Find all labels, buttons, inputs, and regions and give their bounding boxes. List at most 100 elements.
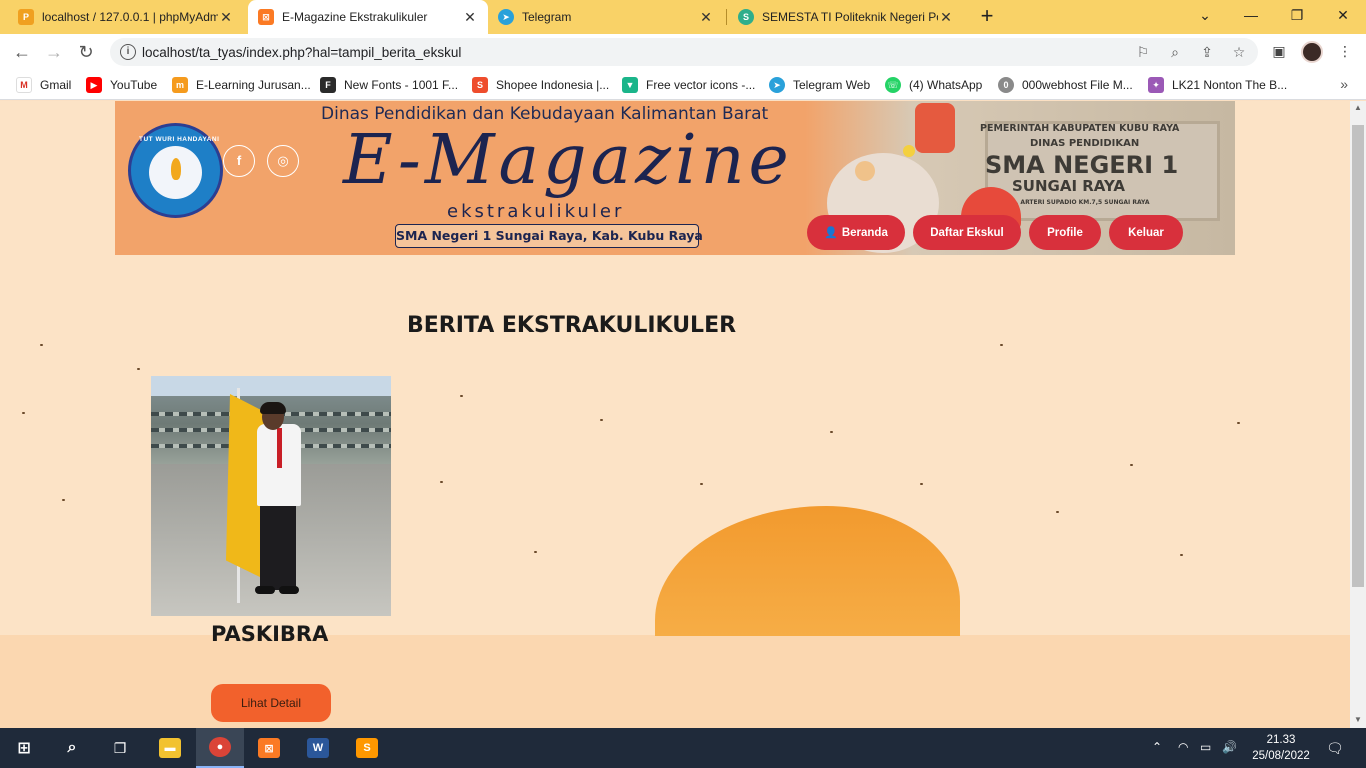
instagram-icon[interactable]: ◎ [267, 145, 299, 177]
lk21-icon: ✦ [1148, 77, 1164, 93]
banner-title: E-Magazine [343, 121, 793, 200]
task-view-icon[interactable]: ❐ [96, 728, 144, 768]
close-icon[interactable]: ✕ [218, 9, 234, 26]
background-speck [830, 431, 833, 433]
bookmark-fonts[interactable]: F New Fonts - 1001 F... [320, 76, 458, 94]
background-speck [22, 412, 25, 414]
word-icon[interactable]: W [294, 728, 342, 768]
nav-beranda[interactable]: 👤 Beranda [807, 215, 905, 250]
tab-separator [726, 9, 727, 25]
search-icon[interactable]: ⌕ [48, 728, 96, 768]
profile-avatar[interactable] [1301, 41, 1323, 63]
youtube-icon: ▶ [86, 77, 102, 93]
background-speck [920, 483, 923, 485]
xampp-icon[interactable]: ⊠ [245, 728, 293, 768]
back-button[interactable]: ← [10, 40, 34, 64]
tab-strip: P localhost / 127.0.0.1 | phpMyAdmin ✕ ⊠… [0, 0, 1366, 34]
bookmark-star-icon[interactable]: ☆ [1230, 43, 1248, 61]
bookmark-label: New Fonts - 1001 F... [344, 78, 459, 92]
bookmark-gmail[interactable]: M Gmail [16, 76, 71, 94]
minimize-button[interactable]: — [1228, 0, 1274, 30]
file-explorer-icon[interactable]: ▬ [146, 728, 194, 768]
tab-e-magazine[interactable]: ⊠ E-Magazine Ekstrakulikuler ✕ [248, 0, 488, 34]
side-panel-icon[interactable]: ▣ [1270, 43, 1288, 61]
menu-icon[interactable]: ⋮ [1336, 43, 1354, 61]
background-speck [600, 419, 603, 421]
scroll-down-icon[interactable]: ▼ [1350, 713, 1366, 727]
bookmark-label: Shopee Indonesia |... [496, 78, 610, 92]
bookmark-lk21[interactable]: ✦ LK21 Nonton The B... [1148, 76, 1287, 94]
nav-label: Profile [1047, 226, 1083, 239]
reload-button[interactable]: ↻ [74, 40, 98, 64]
nav-keluar[interactable]: Keluar [1109, 215, 1183, 250]
tab-search-icon[interactable]: ⌄ [1182, 0, 1228, 30]
wifi-icon[interactable]: ◠ [1178, 740, 1188, 754]
tab-title: SEMESTA TI Politeknik Negeri Pontianak [762, 10, 938, 24]
news-card-title: PASKIBRA [211, 622, 329, 646]
tab-title: Telegram [522, 10, 572, 24]
telegram-icon: ➤ [498, 9, 514, 25]
webhost-icon: 0 [998, 77, 1014, 93]
chevron-up-icon[interactable]: ⌃ [1152, 740, 1162, 754]
chrome-icon[interactable]: ● [196, 728, 244, 768]
bookmark-vector[interactable]: ▼ Free vector icons -... [622, 76, 755, 94]
battery-icon[interactable]: ▭ [1200, 740, 1211, 754]
tab-semesta[interactable]: S SEMESTA TI Politeknik Negeri Pontianak… [728, 0, 964, 34]
background-speck [700, 483, 703, 485]
nav-daftar-ekskul[interactable]: Daftar Ekskul [913, 215, 1021, 250]
bookmark-label: YouTube [110, 78, 158, 92]
bookmark-elearning[interactable]: m E-Learning Jurusan... [172, 76, 311, 94]
bookmark-whatsapp[interactable]: ☏ (4) WhatsApp [885, 76, 982, 94]
bookmark-000webhost[interactable]: 0 000webhost File M... [998, 76, 1133, 94]
more-bookmarks-icon[interactable]: » [1340, 76, 1348, 92]
nav-label: Beranda [841, 226, 888, 239]
scrollbar-thumb[interactable] [1352, 125, 1364, 587]
bookmark-shopee[interactable]: S Shopee Indonesia |... [472, 76, 609, 94]
tab-phpmyadmin[interactable]: P localhost / 127.0.0.1 | phpMyAdmin ✕ [8, 0, 244, 34]
info-icon[interactable]: i [120, 44, 136, 60]
close-icon[interactable]: ✕ [938, 9, 954, 26]
bookmark-label: Free vector icons -... [646, 78, 756, 92]
bookmark-youtube[interactable]: ▶ YouTube [86, 76, 157, 94]
nav-profile[interactable]: Profile [1029, 215, 1101, 250]
url-text[interactable]: localhost/ta_tyas/index.php?hal=tampil_b… [142, 45, 461, 60]
windows-start-icon[interactable]: ⊞ [0, 728, 48, 768]
elearning-icon: m [172, 77, 188, 93]
close-icon[interactable]: ✕ [698, 9, 714, 26]
zoom-icon[interactable]: ⌕ [1166, 43, 1184, 61]
sublime-text-icon[interactable]: S [343, 728, 391, 768]
bookmark-label: 000webhost File M... [1022, 78, 1133, 92]
close-window-button[interactable]: ✕ [1320, 0, 1366, 30]
background-speck [40, 344, 43, 346]
photo-person-shoe [279, 586, 299, 594]
share-icon[interactable]: ⇪ [1198, 43, 1216, 61]
background-speck [440, 481, 443, 483]
nav-label: Keluar [1128, 226, 1164, 239]
page-title: BERITA EKSTRAKULIKULER [407, 313, 737, 338]
close-icon[interactable]: ✕ [462, 9, 478, 26]
translate-icon[interactable]: ⚐ [1134, 43, 1152, 61]
page-viewport: PEMERINTAH KABUPATEN KUBU RAYA DINAS PEN… [0, 101, 1350, 728]
background-speck [137, 368, 140, 370]
facebook-icon[interactable]: f [223, 145, 255, 177]
volume-icon[interactable]: 🔊 [1222, 740, 1237, 754]
background-speck [1000, 344, 1003, 346]
maximize-button[interactable]: ❐ [1274, 0, 1320, 30]
page-scrollbar[interactable]: ▲ ▼ [1350, 101, 1366, 728]
notification-icon[interactable]: 🗨 [1326, 740, 1344, 757]
fonts-icon: F [320, 77, 336, 93]
photo-person-pants [260, 504, 296, 590]
background-speck [1130, 464, 1133, 466]
address-bar[interactable]: i localhost/ta_tyas/index.php?hal=tampil… [110, 38, 1258, 66]
taskbar-clock[interactable]: 21.33 25/08/2022 [1246, 732, 1316, 764]
lihat-detail-button[interactable]: Lihat Detail [211, 684, 331, 722]
tab-title: E-Magazine Ekstrakulikuler [282, 10, 428, 24]
new-tab-button[interactable]: + [976, 5, 998, 27]
tab-telegram[interactable]: ➤ Telegram ✕ [488, 0, 724, 34]
forward-button[interactable]: → [42, 40, 66, 64]
bookmark-telegram[interactable]: ➤ Telegram Web [769, 76, 870, 94]
photo-person-shoe [255, 586, 275, 594]
scroll-up-icon[interactable]: ▲ [1350, 101, 1366, 115]
background-speck [1056, 511, 1059, 513]
news-card-image[interactable] [151, 376, 391, 616]
